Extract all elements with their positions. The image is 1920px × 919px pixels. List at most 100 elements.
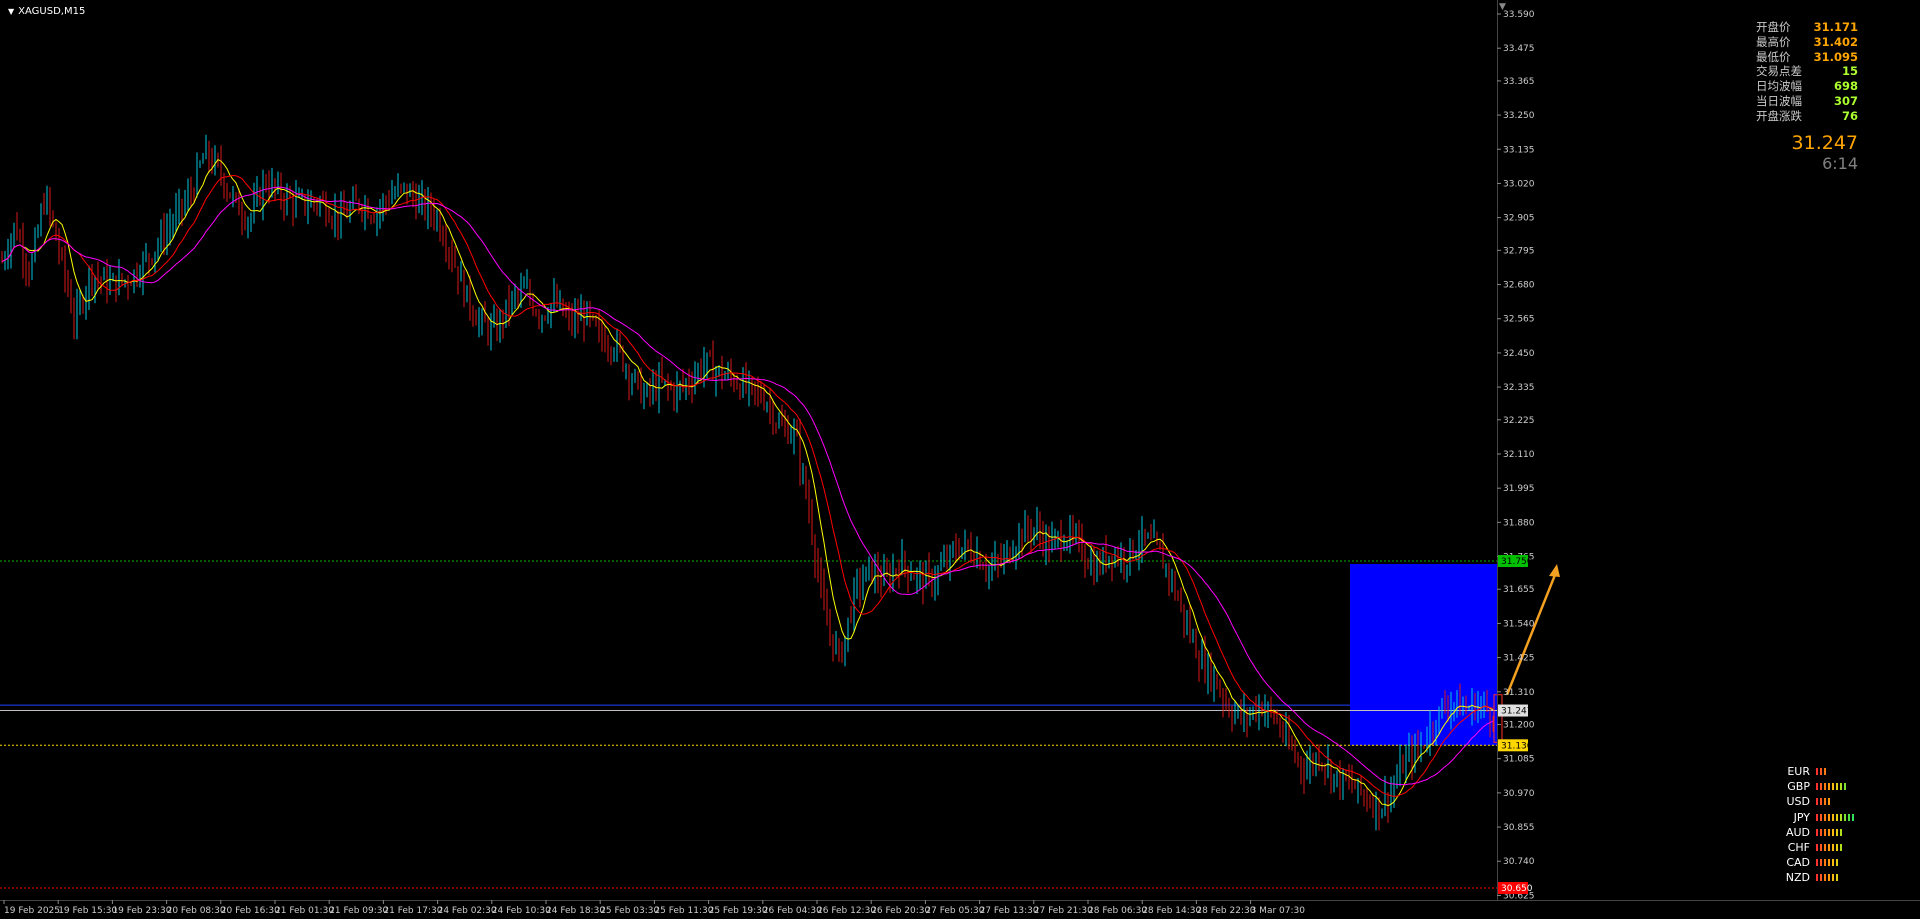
y-tick-label: 30.740 <box>1503 857 1535 867</box>
current-badge-label: 31.247 <box>1501 707 1533 717</box>
x-tick-label: 21 Feb 09:30 <box>329 906 388 916</box>
stat-label: 开盘价 <box>1756 20 1791 34</box>
x-tick-label: 28 Feb 14:30 <box>1142 906 1201 916</box>
x-tick-label: 24 Feb 10:30 <box>492 906 551 916</box>
strength-bar <box>1820 828 1822 836</box>
strength-bar <box>1832 828 1834 836</box>
strength-bar <box>1828 844 1830 852</box>
currency-row-aud: AUD <box>1772 825 1862 840</box>
stat-row: 最低价 31.095 <box>1748 50 1858 65</box>
x-tick-label: 21 Feb 17:30 <box>383 906 442 916</box>
strength-bar <box>1816 768 1818 776</box>
y-tick-label: 31.880 <box>1503 518 1535 528</box>
candle-timer: 6:14 <box>1822 154 1858 173</box>
strength-bars <box>1816 783 1846 791</box>
x-tick-label: 19 Feb 15:30 <box>58 906 117 916</box>
strength-bar <box>1824 813 1826 821</box>
strength-bar <box>1824 783 1826 791</box>
strength-bar <box>1840 828 1842 836</box>
y-tick-label: 31.310 <box>1503 688 1535 698</box>
x-tick-label: 24 Feb 02:30 <box>438 906 497 916</box>
chart-right-border <box>1497 0 1498 900</box>
strength-bar <box>1828 798 1830 806</box>
y-tick-label: 33.020 <box>1503 179 1535 189</box>
strength-bar <box>1820 874 1822 882</box>
strength-bar <box>1816 813 1818 821</box>
strength-bar <box>1820 813 1822 821</box>
stat-label: 交易点差 <box>1756 64 1802 79</box>
x-tick-label: 20 Feb 08:30 <box>167 906 226 916</box>
strength-bar <box>1836 783 1838 791</box>
y-tick-label: 32.335 <box>1503 383 1535 393</box>
y-tick-label: 32.795 <box>1503 246 1535 256</box>
x-tick-label: 26 Feb 20:30 <box>871 906 930 916</box>
x-tick-label: 27 Feb 13:30 <box>980 906 1039 916</box>
dropdown-triangle-icon[interactable]: ▼ <box>8 7 14 16</box>
strength-bar <box>1828 859 1830 867</box>
strength-bar <box>1828 783 1830 791</box>
strength-bar <box>1824 874 1826 882</box>
x-tick-label: 19 Feb 2025 <box>4 906 60 916</box>
y-tick-label: 33.250 <box>1503 111 1535 121</box>
currency-label: GBP <box>1787 780 1810 794</box>
currency-label: CAD <box>1786 856 1810 870</box>
stat-label: 开盘涨跌 <box>1756 108 1802 123</box>
strength-bar <box>1816 828 1818 836</box>
chart-bottom-border <box>0 900 1920 901</box>
y-tick-label: 33.590 <box>1503 10 1535 20</box>
chart-shift-icon[interactable]: ▼ <box>1499 2 1506 12</box>
x-tick-label: 28 Feb 22:30 <box>1196 906 1255 916</box>
support-badge-label: 31.130 <box>1501 741 1533 751</box>
y-tick-label: 32.110 <box>1503 450 1535 460</box>
price-chart[interactable]: 33.590 33.475 33.365 33.250 33.135 33.020 32.9… <box>0 0 1920 919</box>
stat-row: 当日波幅 307 <box>1748 94 1858 109</box>
current-price: 31.247 <box>1791 132 1858 154</box>
currency-label: NZD <box>1785 871 1810 885</box>
strength-bar <box>1816 798 1818 806</box>
currency-strength-panel: EUR GBP USD JPY AUD CHF CAD NZD <box>1772 764 1862 886</box>
y-tick-label: 32.450 <box>1503 349 1535 359</box>
stat-value: 698 <box>1833 79 1858 94</box>
symbol-label: XAGUSD,M15 <box>18 6 86 17</box>
y-tick-label: 32.565 <box>1503 315 1535 325</box>
currency-label: AUD <box>1785 825 1810 839</box>
stat-value: 15 <box>1841 64 1858 79</box>
x-tick-label: 25 Feb 19:30 <box>709 906 768 916</box>
x-tick-label: 26 Feb 04:30 <box>763 906 822 916</box>
strength-bars <box>1816 798 1830 806</box>
currency-label: CHF <box>1787 840 1810 854</box>
y-tick-label: 33.475 <box>1503 44 1535 54</box>
strength-bar <box>1824 768 1826 776</box>
y-tick-label: 31.655 <box>1503 585 1535 595</box>
y-tick-label: 30.970 <box>1503 789 1535 799</box>
strength-bar <box>1816 859 1818 867</box>
strength-bar <box>1820 783 1822 791</box>
y-tick-label: 32.680 <box>1503 281 1535 291</box>
strength-bar <box>1848 813 1850 821</box>
strength-bar <box>1828 813 1830 821</box>
strength-bar <box>1836 874 1838 882</box>
stat-row: 日均波幅 698 <box>1748 79 1858 94</box>
y-tick-label: 32.905 <box>1503 214 1535 224</box>
strength-bar <box>1844 813 1846 821</box>
currency-row-eur: EUR <box>1772 764 1862 779</box>
strength-bar <box>1820 844 1822 852</box>
currency-row-nzd: NZD <box>1772 870 1862 885</box>
strength-bar <box>1820 798 1822 806</box>
x-tick-label: 21 Feb 01:30 <box>275 906 334 916</box>
low-badge-label: 30.650 <box>1501 884 1533 894</box>
strength-bar <box>1824 859 1826 867</box>
strength-bar <box>1816 844 1818 852</box>
strength-bar <box>1832 783 1834 791</box>
currency-row-cad: CAD <box>1772 855 1862 870</box>
y-tick-label: 31.200 <box>1503 720 1535 730</box>
strength-bar <box>1836 844 1838 852</box>
strength-bar <box>1844 783 1846 791</box>
currency-row-jpy: JPY <box>1772 810 1862 825</box>
y-tick-label: 30.855 <box>1503 823 1535 833</box>
stat-value: 307 <box>1833 93 1858 108</box>
strength-bars <box>1816 813 1854 821</box>
x-tick-label: 24 Feb 18:30 <box>546 906 605 916</box>
stat-value: 31.095 <box>1813 49 1858 64</box>
stat-row: 最高价 31.402 <box>1748 35 1858 50</box>
